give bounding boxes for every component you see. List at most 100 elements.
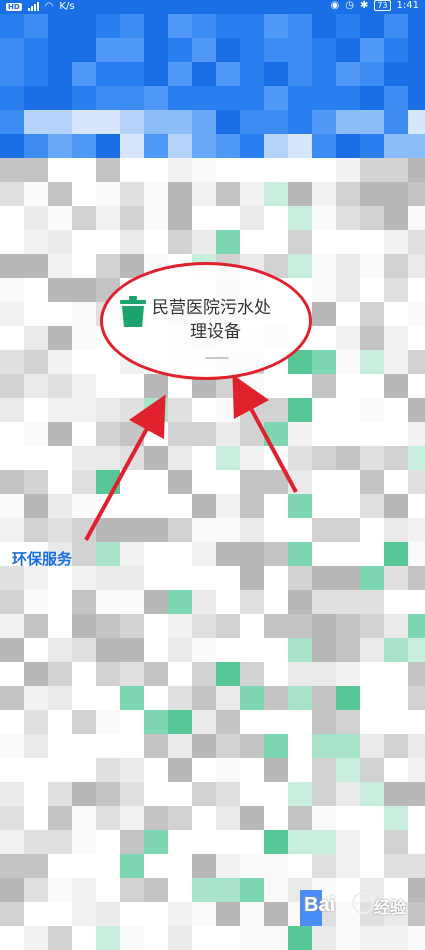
mosaic-cell xyxy=(288,566,312,590)
mosaic-cell xyxy=(408,302,425,326)
mosaic-cell xyxy=(408,422,425,446)
mosaic-cell xyxy=(120,14,144,38)
equipment-title[interactable]: 民营医院污水处 理设备 xyxy=(152,296,292,344)
mosaic-cell xyxy=(360,566,384,590)
mosaic-cell xyxy=(360,326,384,350)
mosaic-cell xyxy=(192,542,216,566)
mosaic-cell xyxy=(96,62,120,86)
mosaic-cell xyxy=(264,878,288,902)
mosaic-cell xyxy=(408,278,425,302)
mosaic-cell xyxy=(408,758,425,782)
mosaic-cell xyxy=(168,614,192,638)
mosaic-cell xyxy=(288,38,312,62)
mosaic-cell xyxy=(408,638,425,662)
mosaic-cell xyxy=(96,782,120,806)
mosaic-cell xyxy=(48,662,72,686)
mosaic-cell xyxy=(216,14,240,38)
mosaic-cell xyxy=(408,662,425,686)
mosaic-cell xyxy=(216,110,240,134)
mosaic-cell xyxy=(384,134,408,158)
mosaic-cell xyxy=(288,854,312,878)
mosaic-cell xyxy=(216,494,240,518)
mosaic-cell xyxy=(96,38,120,62)
mosaic-cell xyxy=(72,902,96,926)
mosaic-cell xyxy=(96,182,120,206)
mosaic-cell xyxy=(120,62,144,86)
mosaic-cell xyxy=(264,638,288,662)
mosaic-cell xyxy=(312,926,336,950)
clock-time: 1:41 xyxy=(396,0,419,11)
mosaic-cell xyxy=(48,422,72,446)
mosaic-cell xyxy=(144,518,168,542)
mosaic-cell xyxy=(48,758,72,782)
mosaic-cell xyxy=(312,230,336,254)
mosaic-cell xyxy=(168,734,192,758)
mosaic-cell xyxy=(192,470,216,494)
status-bar: HD ◠ K/s ◉ ◷ ✱ 73 1:41 xyxy=(0,0,425,14)
mosaic-cell xyxy=(144,38,168,62)
mosaic-cell xyxy=(240,518,264,542)
mosaic-cell xyxy=(240,614,264,638)
mosaic-cell xyxy=(168,398,192,422)
mosaic-cell xyxy=(24,350,48,374)
mosaic-cell xyxy=(336,662,360,686)
mosaic-cell xyxy=(0,14,24,38)
mosaic-cell xyxy=(144,614,168,638)
mosaic-cell xyxy=(72,662,96,686)
mosaic-cell xyxy=(72,110,96,134)
mosaic-cell xyxy=(336,686,360,710)
mosaic-cell xyxy=(48,182,72,206)
mosaic-cell xyxy=(72,926,96,950)
mosaic-cell xyxy=(216,206,240,230)
signal-icon xyxy=(27,2,39,11)
mosaic-cell xyxy=(48,878,72,902)
mosaic-cell xyxy=(264,566,288,590)
mosaic-cell xyxy=(336,134,360,158)
mosaic-cell xyxy=(168,206,192,230)
mosaic-cell xyxy=(96,614,120,638)
mosaic-cell xyxy=(144,734,168,758)
mosaic-cell xyxy=(96,638,120,662)
mosaic-cell xyxy=(384,830,408,854)
mosaic-cell xyxy=(264,590,288,614)
mosaic-cell xyxy=(168,542,192,566)
mosaic-cell xyxy=(0,86,24,110)
mosaic-cell xyxy=(408,326,425,350)
mosaic-cell xyxy=(96,86,120,110)
mosaic-cell xyxy=(168,446,192,470)
mosaic-cell xyxy=(168,878,192,902)
sidebar-item-environmental-services[interactable]: 环保服务 xyxy=(12,548,72,569)
mosaic-cell xyxy=(288,926,312,950)
mosaic-cell xyxy=(96,374,120,398)
mosaic-cell xyxy=(144,230,168,254)
mosaic-cell xyxy=(312,734,336,758)
mosaic-cell xyxy=(0,878,24,902)
mosaic-cell xyxy=(408,614,425,638)
mosaic-cell xyxy=(96,686,120,710)
mosaic-cell xyxy=(288,518,312,542)
mosaic-cell xyxy=(312,662,336,686)
mosaic-cell xyxy=(48,278,72,302)
mosaic-cell xyxy=(192,854,216,878)
mosaic-cell xyxy=(240,878,264,902)
drag-handle[interactable] xyxy=(205,357,229,359)
mosaic-cell xyxy=(288,374,312,398)
mosaic-cell xyxy=(384,638,408,662)
mosaic-cell xyxy=(240,566,264,590)
mosaic-cell xyxy=(24,590,48,614)
mosaic-cell xyxy=(0,398,24,422)
mosaic-cell xyxy=(312,206,336,230)
mosaic-cell xyxy=(168,230,192,254)
mosaic-cell xyxy=(312,182,336,206)
mosaic-cell xyxy=(216,926,240,950)
mosaic-cell xyxy=(24,878,48,902)
mosaic-cell xyxy=(72,14,96,38)
mosaic-cell xyxy=(240,494,264,518)
mosaic-cell xyxy=(240,398,264,422)
mosaic-cell xyxy=(240,230,264,254)
mosaic-cell xyxy=(144,86,168,110)
mosaic-cell xyxy=(264,854,288,878)
mosaic-cell xyxy=(72,782,96,806)
mosaic-cell xyxy=(48,854,72,878)
mosaic-cell xyxy=(144,782,168,806)
